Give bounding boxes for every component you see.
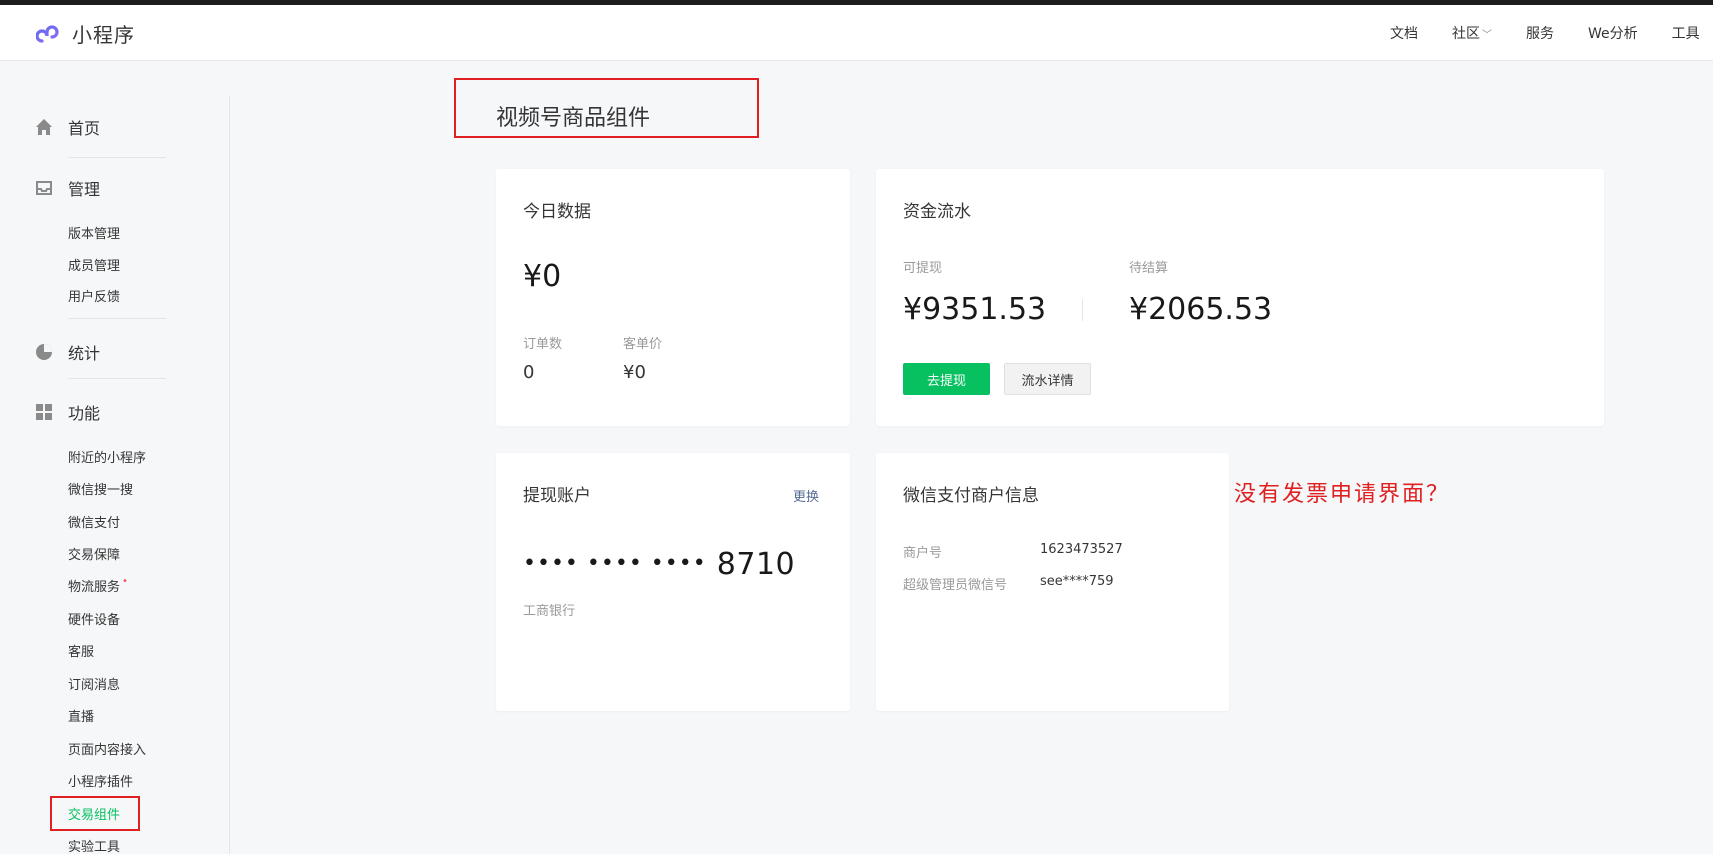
sidebar-item-subscription[interactable]: 订阅消息 [68, 674, 120, 693]
admin-wechat-row: 超级管理员微信号 see****759 [903, 574, 1114, 593]
admin-wechat-label: 超级管理员微信号 [903, 578, 1008, 593]
withdrawable-value: ¥9351.53 [903, 292, 1047, 327]
sidebar-item-version[interactable]: 版本管理 [68, 223, 120, 242]
card-title: 资金流水 [903, 202, 971, 222]
sidebar-item-logistics-label: 物流服务 [68, 580, 121, 595]
nav-community-label: 社区 [1452, 26, 1480, 42]
sidebar-item-nearby[interactable]: 附近的小程序 [68, 447, 146, 466]
withdraw-button[interactable]: 去提现 [903, 363, 990, 395]
grid-icon [34, 402, 54, 422]
card-title: 今日数据 [523, 202, 591, 222]
orders-value: 0 [523, 362, 535, 383]
avg-price-label: 客单价 [623, 337, 663, 352]
pie-chart-icon [34, 342, 54, 362]
masked-card-number: •••• •••• •••• 8710 [523, 547, 795, 582]
miniprogram-logo-icon [36, 24, 59, 43]
sidebar-item-plugins[interactable]: 小程序插件 [68, 771, 133, 790]
sidebar-item-experiment-tools[interactable]: 实验工具 [68, 836, 120, 854]
sidebar-item-trade-guarantee[interactable]: 交易保障 [68, 544, 120, 563]
sidebar-item-manage[interactable]: 管理 [34, 176, 100, 200]
nav-tools[interactable]: 工具 [1672, 23, 1700, 43]
home-icon [34, 117, 54, 137]
logo-text: 小程序 [72, 23, 135, 47]
orders-label: 订单数 [523, 337, 563, 352]
funds-card: 资金流水 可提现 ¥9351.53 待结算 ¥2065.53 去提现 流水详情 [876, 169, 1604, 426]
sidebar-separator [68, 157, 166, 158]
new-badge-dot: • [122, 576, 128, 587]
sidebar-item-search[interactable]: 微信搜一搜 [68, 479, 133, 498]
top-nav: 文档 社区 ﹀ 服务 We分析 工具 [1390, 23, 1713, 43]
nav-community[interactable]: 社区 ﹀ [1452, 23, 1492, 43]
avg-price-value: ¥0 [623, 362, 646, 383]
merchant-info-card: 微信支付商户信息 商户号 1623473527 超级管理员微信号 see****… [876, 453, 1229, 711]
masked-dots: •••• •••• •••• [523, 551, 707, 576]
annotation-text: 没有发票申请界面？ [1234, 482, 1451, 507]
bank-name: 工商银行 [523, 604, 576, 619]
sidebar-separator [68, 378, 166, 379]
withdrawable-label: 可提现 [903, 261, 943, 276]
sidebar-item-logistics[interactable]: 物流服务 • [68, 576, 128, 595]
pending-value: ¥2065.53 [1129, 292, 1273, 327]
nav-services[interactable]: 服务 [1526, 23, 1554, 43]
today-amount: ¥0 [523, 259, 562, 294]
flow-details-button[interactable]: 流水详情 [1004, 363, 1091, 395]
card-title: 提现账户 [523, 486, 591, 506]
merchant-id-label: 商户号 [903, 546, 943, 561]
sidebar-item-manage-label: 管理 [68, 180, 101, 199]
sidebar-item-customer-service[interactable]: 客服 [68, 641, 94, 660]
sidebar-item-page-content[interactable]: 页面内容接入 [68, 739, 146, 758]
sidebar-item-feedback[interactable]: 用户反馈 [68, 286, 120, 305]
sidebar-item-members[interactable]: 成员管理 [68, 255, 120, 274]
top-header: 小程序 文档 社区 ﹀ 服务 We分析 工具 [0, 5, 1713, 61]
pending-label: 待结算 [1129, 261, 1169, 276]
card-title: 微信支付商户信息 [903, 486, 1039, 506]
sidebar-item-home[interactable]: 首页 [34, 115, 100, 139]
sidebar-divider [229, 96, 230, 854]
merchant-id-row: 商户号 1623473527 [903, 542, 1123, 561]
sidebar-item-wechat-pay[interactable]: 微信支付 [68, 512, 120, 531]
highlight-box [50, 796, 140, 831]
sidebar-item-live[interactable]: 直播 [68, 706, 94, 725]
sidebar-item-stats[interactable]: 统计 [34, 340, 100, 364]
nav-docs[interactable]: 文档 [1390, 23, 1418, 43]
sidebar-item-features-label: 功能 [68, 404, 101, 423]
page-title: 视频号商品组件 [496, 106, 651, 131]
divider [1082, 299, 1083, 321]
admin-wechat-value: see****759 [1040, 574, 1114, 589]
inbox-icon [34, 178, 54, 198]
sidebar-item-home-label: 首页 [68, 119, 101, 138]
logo[interactable]: 小程序 [36, 19, 135, 48]
sidebar-item-stats-label: 统计 [68, 344, 101, 363]
card-last-digits: 8710 [716, 547, 796, 582]
sidebar-item-features[interactable]: 功能 [34, 400, 100, 424]
change-account-link[interactable]: 更换 [793, 486, 819, 505]
sidebar-separator [68, 318, 166, 319]
withdraw-account-card: 提现账户 更换 •••• •••• •••• 8710 工商银行 [496, 453, 850, 711]
merchant-id-value: 1623473527 [1040, 542, 1123, 557]
today-data-card: 今日数据 ¥0 订单数 0 客单价 ¥0 [496, 169, 850, 426]
chevron-down-icon: ﹀ [1482, 29, 1492, 41]
nav-we-analysis[interactable]: We分析 [1588, 23, 1638, 43]
sidebar-item-hardware[interactable]: 硬件设备 [68, 609, 120, 628]
